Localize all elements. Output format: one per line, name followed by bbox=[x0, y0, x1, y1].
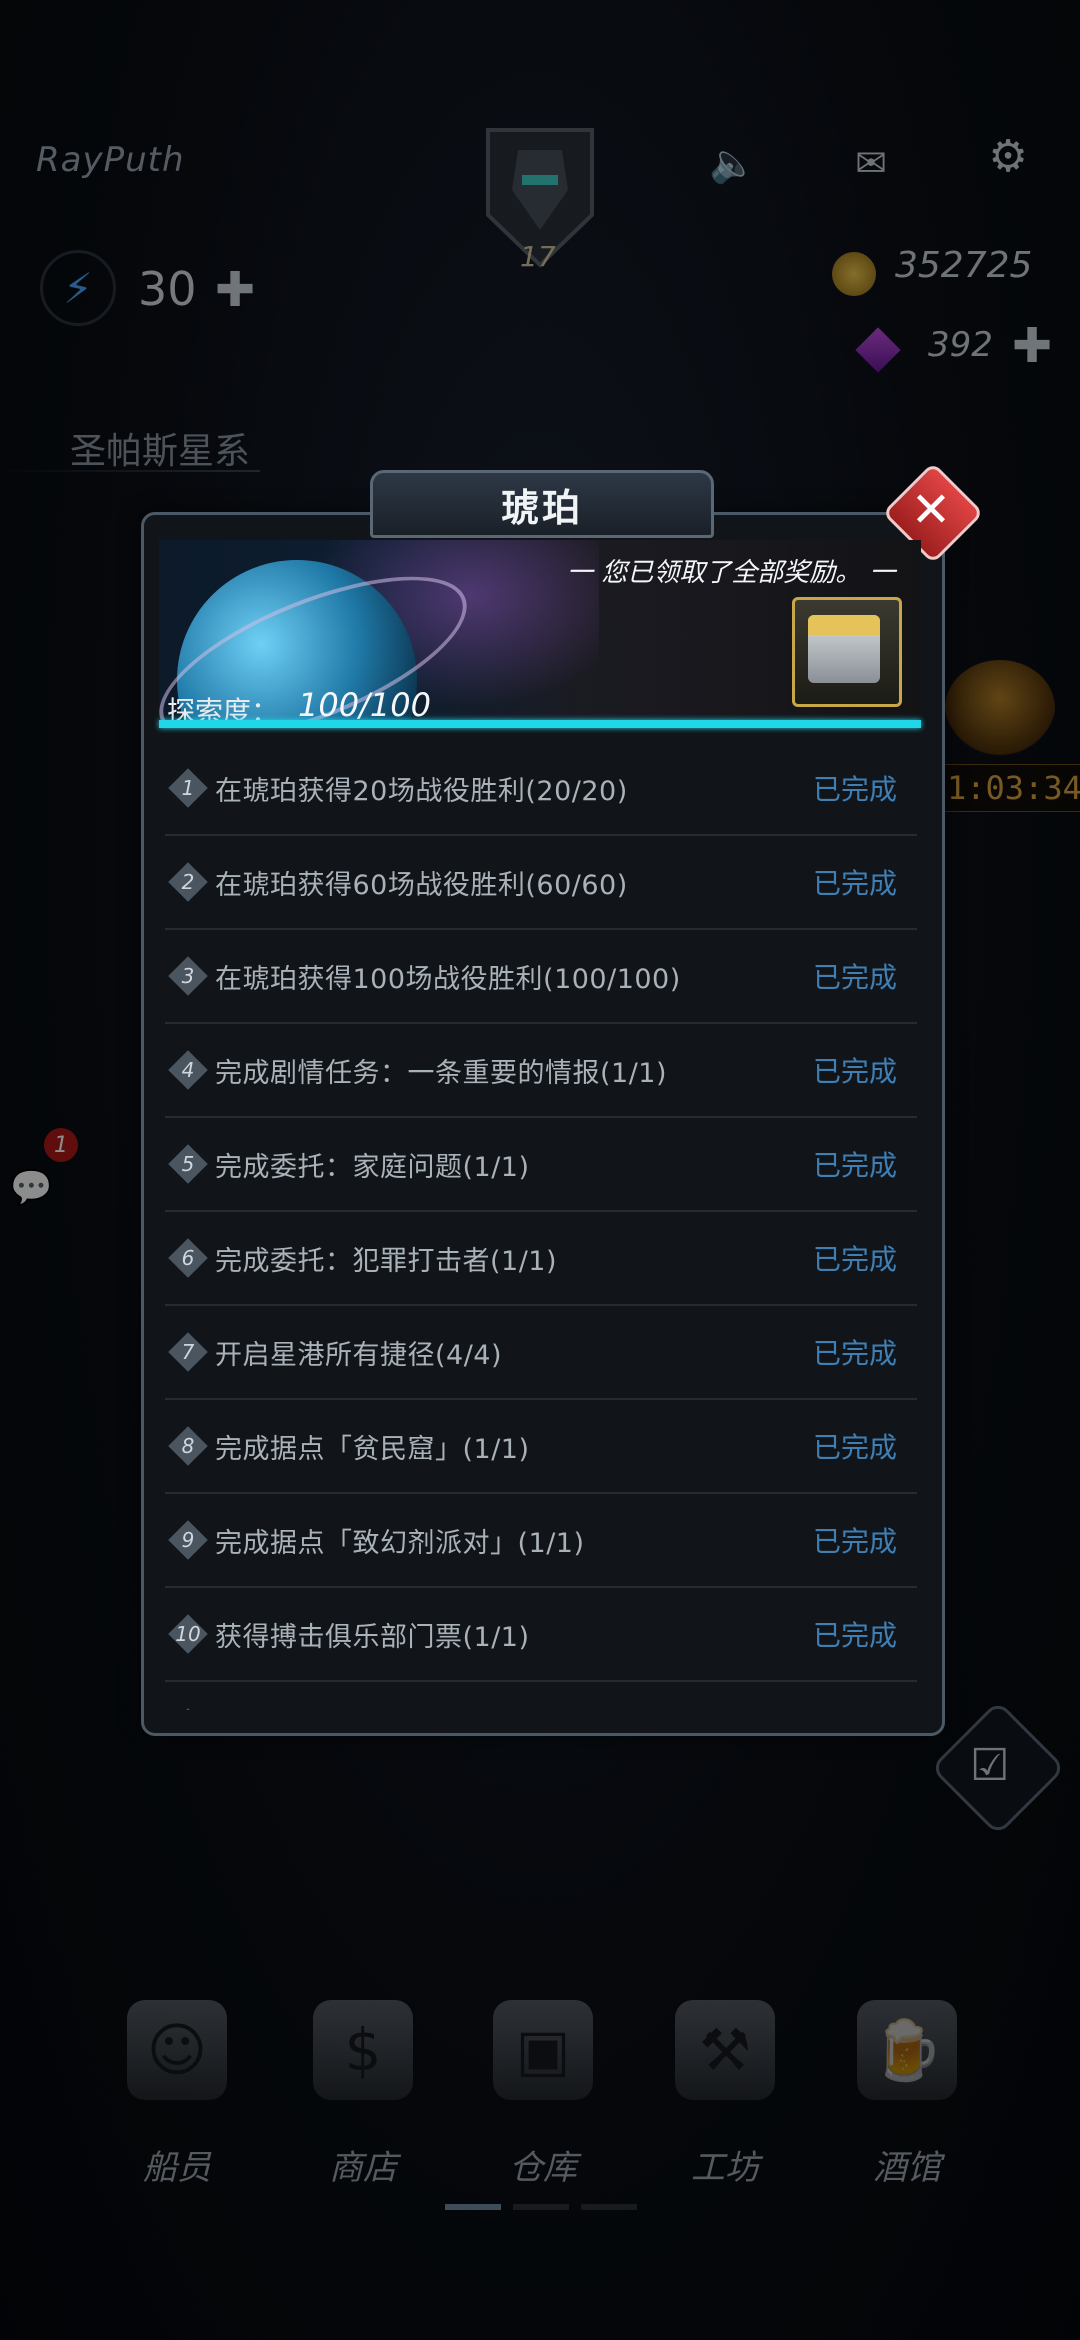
task-row[interactable]: 3 在琥珀获得100场战役胜利(100/100) 已完成 bbox=[165, 930, 917, 1024]
task-status: 已完成 bbox=[812, 773, 897, 806]
task-status: 已完成 bbox=[813, 1708, 897, 1710]
task-status: 已完成 bbox=[812, 867, 897, 900]
task-number-icon: 5 bbox=[171, 1147, 205, 1181]
task-text: 在琥珀获得60场战役胜利(60/60) bbox=[215, 869, 628, 901]
task-number: 7 bbox=[181, 1340, 195, 1364]
task-text: 完成委托：犯罪打击者(1/1) bbox=[215, 1245, 558, 1277]
task-row[interactable]: 8 完成据点「贫民窟」(1/1) 已完成 bbox=[165, 1400, 917, 1494]
task-status: 已完成 bbox=[812, 1337, 897, 1370]
task-text: 在琥珀获得100场战役胜利(100/100) bbox=[215, 963, 681, 995]
task-status: 已完成 bbox=[812, 1525, 897, 1558]
task-text: 完成据点「贫民窟」(1/1) bbox=[215, 1433, 530, 1465]
task-row[interactable]: 7 开启星港所有捷径(4/4) 已完成 bbox=[165, 1306, 917, 1400]
task-text: 开启星港所有捷径(4/4) bbox=[215, 1339, 503, 1371]
task-row[interactable]: 6 完成委托：犯罪打击者(1/1) 已完成 bbox=[165, 1212, 917, 1306]
task-status: 已完成 bbox=[812, 1055, 897, 1088]
task-row[interactable]: 9 完成据点「致幻剂派对」(1/1) 已完成 bbox=[165, 1494, 917, 1588]
task-row[interactable]: 2 在琥珀获得60场战役胜利(60/60) 已完成 bbox=[165, 836, 917, 930]
task-text: 完成委托：家庭问题(1/1) bbox=[215, 1151, 530, 1183]
task-text: 完成据点「致幻剂派对」(1/1) bbox=[215, 1527, 585, 1559]
explore-progress-fill bbox=[159, 720, 921, 728]
task-number-icon: 7 bbox=[171, 1335, 205, 1369]
task-text: 在琥珀获得20场战役胜利(20/20) bbox=[215, 775, 628, 807]
close-icon[interactable]: ✕ bbox=[905, 480, 957, 540]
task-row[interactable]: 11在搏击俱乐部获得首场胜利(1/1)已完成 bbox=[165, 1682, 917, 1710]
task-number-icon: 6 bbox=[171, 1241, 205, 1275]
task-number-icon: 10 bbox=[171, 1617, 205, 1651]
reward-notice: 一 您已领取了全部奖励。 一 bbox=[567, 558, 896, 588]
task-status: 已完成 bbox=[812, 1149, 897, 1182]
task-number: 5 bbox=[181, 1152, 195, 1176]
task-text: 获得搏击俱乐部门票(1/1) bbox=[215, 1621, 530, 1653]
task-status: 已完成 bbox=[812, 961, 897, 994]
task-number: 1 bbox=[181, 776, 195, 800]
task-row[interactable]: 5 完成委托：家庭问题(1/1) 已完成 bbox=[165, 1118, 917, 1212]
task-status: 已完成 bbox=[812, 1243, 897, 1276]
task-row[interactable]: 4 完成剧情任务：一条重要的情报(1/1) 已完成 bbox=[165, 1024, 917, 1118]
chest-lid bbox=[808, 615, 880, 635]
task-number-icon: 9 bbox=[171, 1523, 205, 1557]
explore-progress-bar bbox=[159, 720, 921, 728]
task-number-icon: 8 bbox=[171, 1429, 205, 1463]
task-list[interactable]: 1 在琥珀获得20场战役胜利(20/20) 已完成 2 在琥珀获得60场战役胜利(60/… bbox=[165, 742, 917, 1710]
task-status: 已完成 bbox=[812, 1431, 897, 1464]
task-number-icon: 1 bbox=[171, 771, 205, 805]
modal-title: 琥珀 bbox=[370, 470, 714, 538]
task-number-icon: 2 bbox=[171, 865, 205, 899]
task-number: 6 bbox=[181, 1246, 195, 1270]
task-status: 已完成 bbox=[812, 1619, 897, 1652]
task-number-icon: 4 bbox=[171, 1053, 205, 1087]
task-text: 完成剧情任务：一条重要的情报(1/1) bbox=[215, 1057, 668, 1089]
task-number-icon: 3 bbox=[171, 959, 205, 993]
task-number: 9 bbox=[181, 1528, 195, 1552]
task-number: 8 bbox=[181, 1434, 195, 1458]
task-row[interactable]: 10 获得搏击俱乐部门票(1/1) 已完成 bbox=[165, 1588, 917, 1682]
task-number: 4 bbox=[181, 1058, 195, 1082]
task-text: 在搏击俱乐部获得首场胜利(1/1) bbox=[215, 1709, 813, 1711]
task-row[interactable]: 1 在琥珀获得20场战役胜利(20/20) 已完成 bbox=[165, 742, 917, 836]
task-number: 2 bbox=[181, 870, 195, 894]
task-number: 3 bbox=[181, 964, 195, 988]
explore-value: 100/100 bbox=[298, 686, 431, 724]
task-number: 10 bbox=[175, 1622, 201, 1646]
